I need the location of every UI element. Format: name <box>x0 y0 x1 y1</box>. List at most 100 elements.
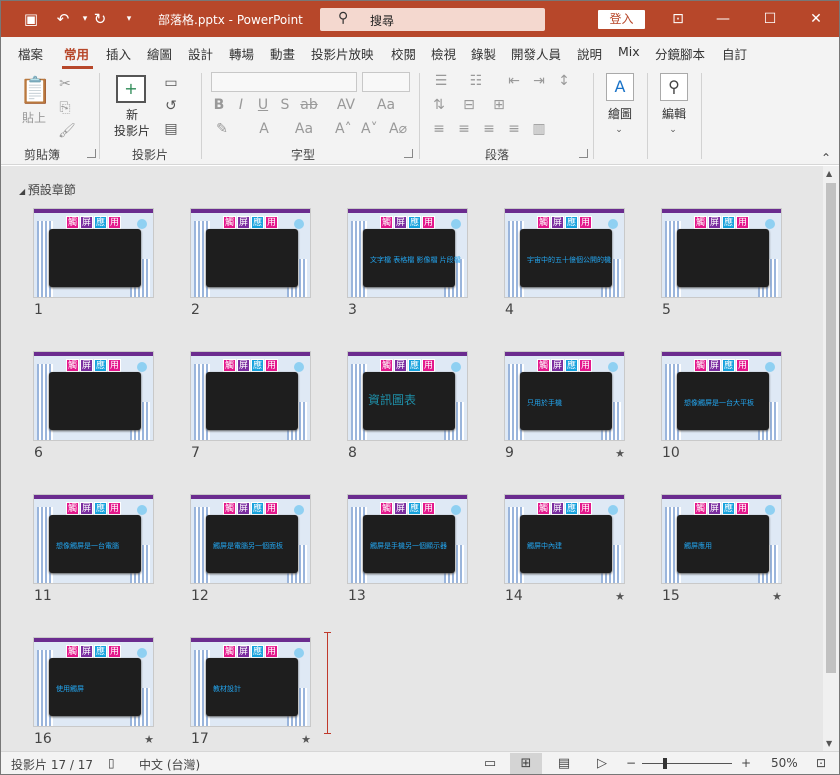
slide-thumbnail-3[interactable]: 觸屏應用文字檔 表格檔 影像檔 片段檔 3 <box>347 208 468 318</box>
slide-thumbnail-11[interactable]: 觸屏應用想像觸屏是一台電腦 11 <box>33 494 154 604</box>
tab-design[interactable]: 設計 <box>188 44 213 63</box>
reset-icon[interactable]: ↺ <box>161 97 181 115</box>
smartart-icon[interactable]: ⊞ <box>491 96 507 114</box>
slide-thumbnail-16[interactable]: 觸屏應用使用觸屏 16 ★ <box>33 637 154 747</box>
slide-thumbnail-4[interactable]: 觸屏應用宇宙中的五十億個公開的機 4 <box>504 208 625 318</box>
transition-star-icon[interactable]: ★ <box>144 733 154 746</box>
columns-icon[interactable]: ▥ <box>531 120 547 138</box>
text-direction-icon[interactable]: ⇅ <box>431 96 447 114</box>
slide-image[interactable]: 觸屏應用資訊圖表 <box>347 351 468 441</box>
editing-label[interactable]: 編輯 <box>657 105 691 122</box>
justify-icon[interactable]: ≡ <box>506 120 522 138</box>
scroll-down-icon[interactable]: ▼ <box>826 739 832 748</box>
section-icon[interactable]: ▤ <box>161 120 181 138</box>
slide-thumbnail-13[interactable]: 觸屏應用觸屏是手機另一個顯示器 13 <box>347 494 468 604</box>
slide-image[interactable]: 觸屏應用 <box>33 208 154 298</box>
bold-icon[interactable]: B <box>211 96 227 114</box>
normal-view-button[interactable]: ▭ <box>474 753 506 774</box>
font-launcher-icon[interactable] <box>404 149 413 158</box>
slide-thumbnail-6[interactable]: 觸屏應用 6 <box>33 351 154 461</box>
zoom-in-icon[interactable]: + <box>741 756 751 770</box>
spacing-icon[interactable]: AV <box>331 96 361 114</box>
change-case-icon[interactable]: Aa <box>376 96 396 114</box>
section-header[interactable]: ◢ 預設章節 <box>19 181 76 198</box>
drawing-label[interactable]: 繪圖 <box>603 105 637 122</box>
tab-insert[interactable]: 插入 <box>106 44 131 63</box>
slide-thumbnail-9[interactable]: 觸屏應用只用於手機 9 ★ <box>504 351 625 461</box>
new-slide-label-2[interactable]: 投影片 <box>108 122 156 139</box>
slide-thumbnail-8[interactable]: 觸屏應用資訊圖表 8 <box>347 351 468 461</box>
slide-image[interactable]: 觸屏應用只用於手機 <box>504 351 625 441</box>
tab-transitions[interactable]: 轉場 <box>229 44 254 63</box>
reading-view-button[interactable]: ▤ <box>548 753 580 774</box>
undo-icon[interactable]: ↶ <box>53 9 73 29</box>
slide-thumbnail-14[interactable]: 觸屏應用觸屏中內建 14 ★ <box>504 494 625 604</box>
find-icon[interactable]: ⚲ <box>660 73 688 101</box>
tab-mix[interactable]: Mix <box>618 44 640 59</box>
paste-label[interactable]: 貼上 <box>17 109 51 126</box>
close-icon[interactable]: ✕ <box>796 7 836 31</box>
tab-home[interactable]: 常用 <box>64 44 89 63</box>
decrease-indent-icon[interactable]: ⇤ <box>506 72 522 90</box>
paragraph-launcher-icon[interactable] <box>579 149 588 158</box>
tab-storyboard[interactable]: 分鏡腳本 <box>655 44 705 63</box>
tab-file[interactable]: 檔案 <box>18 44 43 63</box>
clear-format-icon[interactable]: A⌀ <box>389 120 407 138</box>
align-text-icon[interactable]: ⊟ <box>461 96 477 114</box>
font-size-select[interactable] <box>362 72 410 92</box>
increase-indent-icon[interactable]: ⇥ <box>531 72 547 90</box>
vertical-scrollbar[interactable]: ▲ ▼ <box>823 166 839 751</box>
fit-to-window-icon[interactable]: ⊡ <box>816 756 826 770</box>
align-left-icon[interactable]: ≡ <box>431 120 447 138</box>
transition-star-icon[interactable]: ★ <box>615 590 625 603</box>
grow-font-icon[interactable]: A˄ <box>335 120 352 138</box>
signin-button[interactable]: 登入 <box>598 10 645 29</box>
tab-custom[interactable]: 自訂 <box>722 44 747 63</box>
font-family-select[interactable] <box>211 72 357 92</box>
tab-slideshow[interactable]: 投影片放映 <box>311 44 374 63</box>
slide-thumbnail-7[interactable]: 觸屏應用 7 <box>190 351 311 461</box>
drawing-dropdown-icon[interactable]: ⌄ <box>612 121 626 139</box>
copy-icon[interactable]: ⎘ <box>58 99 72 117</box>
font-color-icon[interactable]: A <box>253 120 275 138</box>
zoom-slider[interactable] <box>642 763 732 764</box>
tab-animations[interactable]: 動畫 <box>270 44 295 63</box>
maximize-icon[interactable]: ☐ <box>750 7 790 31</box>
tab-developer[interactable]: 開發人員 <box>511 44 561 63</box>
customize-qat-icon[interactable]: ▾ <box>119 9 139 29</box>
shadow-icon[interactable]: S <box>277 96 293 114</box>
slide-image[interactable]: 觸屏應用觸屏是電腦另一個面板 <box>190 494 311 584</box>
ribbon-display-options-icon[interactable]: ⊡ <box>658 7 698 31</box>
drawing-icon[interactable]: A <box>606 73 634 101</box>
slide-thumbnail-12[interactable]: 觸屏應用觸屏是電腦另一個面板 12 <box>190 494 311 604</box>
font-size-aa-icon[interactable]: Aa <box>291 120 317 138</box>
new-slide-icon[interactable]: + <box>116 75 146 103</box>
slide-thumbnail-2[interactable]: 觸屏應用 2 <box>190 208 311 318</box>
slide-image[interactable]: 觸屏應用觸屏是手機另一個顯示器 <box>347 494 468 584</box>
slide-thumbnail-15[interactable]: 觸屏應用觸屏應用 15 ★ <box>661 494 782 604</box>
layout-icon[interactable]: ▭ <box>161 74 181 92</box>
slide-thumbnail-5[interactable]: 觸屏應用 5 <box>661 208 782 318</box>
slide-thumbnail-1[interactable]: 觸屏應用 1 <box>33 208 154 318</box>
tab-draw[interactable]: 繪圖 <box>147 44 172 63</box>
editing-dropdown-icon[interactable]: ⌄ <box>666 121 680 139</box>
collapse-ribbon-icon[interactable]: ⌃ <box>821 151 831 165</box>
slide-image[interactable]: 觸屏應用教材設計 <box>190 637 311 727</box>
underline-icon[interactable]: U <box>255 96 271 114</box>
transition-star-icon[interactable]: ★ <box>772 590 782 603</box>
scrollbar-thumb[interactable] <box>826 183 836 673</box>
slide-image[interactable]: 觸屏應用使用觸屏 <box>33 637 154 727</box>
slideshow-button[interactable]: ▷ <box>586 753 618 774</box>
line-spacing-icon[interactable]: ↕ <box>556 72 572 90</box>
slide-image[interactable]: 觸屏應用 <box>33 351 154 441</box>
slide-image[interactable]: 觸屏應用想像觸屏是一台電腦 <box>33 494 154 584</box>
language-indicator[interactable]: 中文 (台灣) <box>139 756 200 773</box>
search-box[interactable]: ⚲ 搜尋 <box>320 8 545 31</box>
slide-image[interactable]: 觸屏應用宇宙中的五十億個公開的機 <box>504 208 625 298</box>
slide-image[interactable]: 觸屏應用想像觸屏是一台大平板 <box>661 351 782 441</box>
tab-help[interactable]: 說明 <box>577 44 602 63</box>
slide-image[interactable]: 觸屏應用觸屏中內建 <box>504 494 625 584</box>
accessibility-icon[interactable]: ▯ <box>108 756 115 770</box>
zoom-slider-knob[interactable] <box>663 758 667 769</box>
transition-star-icon[interactable]: ★ <box>615 447 625 460</box>
